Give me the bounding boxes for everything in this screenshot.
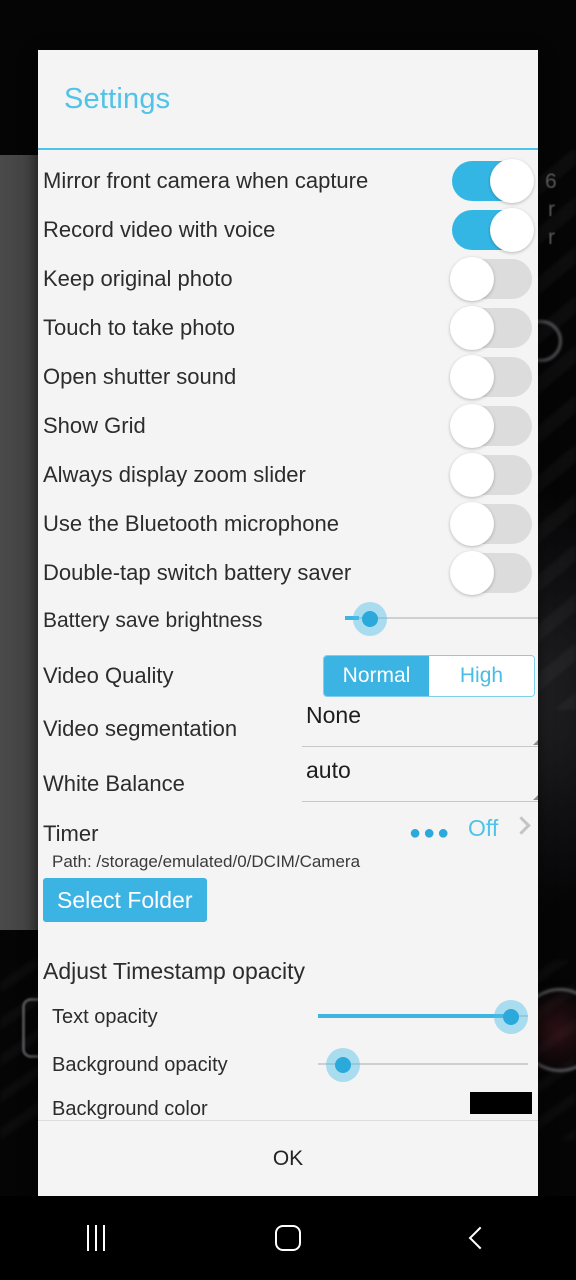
- nav-recents-button[interactable]: [0, 1196, 192, 1280]
- more-options-icon[interactable]: ●●●: [409, 822, 451, 845]
- setting-label: Video Quality: [43, 663, 174, 688]
- dialog-title: Settings: [64, 82, 171, 115]
- spinner-underline: [302, 746, 538, 747]
- setting-row-timer[interactable]: Timer: [38, 812, 538, 856]
- setting-label: Mirror front camera when capture: [43, 168, 369, 193]
- background-opacity-label: Background opacity: [52, 1054, 228, 1076]
- toggle-record-video-with-voice[interactable]: [452, 208, 534, 252]
- home-icon: [275, 1225, 301, 1251]
- dialog-footer: OK: [38, 1120, 538, 1196]
- setting-row-touch-to-take-photo[interactable]: Touch to take photo: [38, 303, 538, 353]
- dialog-header: Settings: [38, 50, 538, 150]
- toggle-knob: [450, 453, 494, 497]
- toggle-always-display-zoom-slider[interactable]: [450, 453, 532, 497]
- setting-row-open-shutter-sound[interactable]: Open shutter sound: [38, 352, 538, 402]
- storage-path-text: Path: /storage/emulated/0/DCIM/Camera: [52, 852, 361, 871]
- toggle-knob: [450, 257, 494, 301]
- setting-row-keep-original-photo[interactable]: Keep original photo: [38, 254, 538, 304]
- segment-normal[interactable]: Normal: [324, 656, 429, 696]
- toggle-show-grid[interactable]: [450, 404, 532, 448]
- toggle-use-bluetooth-microphone[interactable]: [450, 502, 532, 546]
- phone-screen: 6 r r Settings Mirror front camera when …: [0, 0, 576, 1280]
- setting-label: Battery save brightness: [43, 609, 263, 632]
- slider-thumb[interactable]: [362, 611, 378, 627]
- slider-text-opacity[interactable]: [318, 996, 528, 1036]
- nav-home-button[interactable]: [192, 1196, 384, 1280]
- background-color-label: Background color: [52, 1098, 208, 1120]
- android-navigation-bar: [0, 1196, 576, 1280]
- setting-label: Record video with voice: [43, 217, 276, 242]
- setting-label: Open shutter sound: [43, 364, 237, 389]
- toggle-knob: [450, 355, 494, 399]
- chevron-down-icon[interactable]: [533, 730, 538, 745]
- background-color-swatch[interactable]: [470, 1092, 532, 1114]
- toggle-mirror-front-camera[interactable]: [452, 159, 534, 203]
- slider-track-fill: [318, 1014, 510, 1018]
- background-fragment-3: r: [548, 226, 555, 249]
- setting-row-show-grid[interactable]: Show Grid: [38, 401, 538, 451]
- setting-row-mirror-front-camera[interactable]: Mirror front camera when capture: [38, 156, 538, 206]
- setting-row-record-video-with-voice[interactable]: Record video with voice: [38, 205, 538, 255]
- slider-thumb[interactable]: [335, 1057, 351, 1073]
- background-fragment-1: 6: [545, 170, 557, 193]
- toggle-open-shutter-sound[interactable]: [450, 355, 532, 399]
- spinner-underline: [302, 801, 538, 802]
- ok-button[interactable]: OK: [273, 1147, 303, 1171]
- timer-value[interactable]: Off: [468, 815, 498, 842]
- select-folder-button[interactable]: Select Folder: [43, 878, 207, 922]
- camera-left-panel: [0, 155, 42, 930]
- timestamp-section-title: Adjust Timestamp opacity: [43, 958, 306, 984]
- toggle-knob: [490, 208, 534, 252]
- toggle-knob: [450, 404, 494, 448]
- setting-label: White Balance: [43, 771, 185, 796]
- spinner-video-segmentation[interactable]: None: [302, 702, 538, 747]
- setting-row-use-bluetooth-microphone[interactable]: Use the Bluetooth microphone: [38, 499, 538, 549]
- settings-dialog: Settings Mirror front camera when captur…: [38, 50, 538, 1196]
- setting-label: Video segmentation: [43, 716, 238, 741]
- segment-high[interactable]: High: [429, 656, 534, 696]
- segmented-control-video-quality[interactable]: Normal High: [323, 655, 535, 697]
- slider-background-opacity[interactable]: [318, 1044, 528, 1084]
- setting-label: Double-tap switch battery saver: [43, 560, 352, 585]
- setting-label: Always display zoom slider: [43, 462, 306, 487]
- toggle-knob: [450, 502, 494, 546]
- recents-icon: [87, 1225, 105, 1251]
- chevron-down-icon[interactable]: [533, 785, 538, 800]
- setting-label: Show Grid: [43, 413, 146, 438]
- setting-label: Touch to take photo: [43, 315, 236, 340]
- toggle-knob: [450, 306, 494, 350]
- spinner-value: auto: [306, 757, 351, 783]
- setting-label: Keep original photo: [43, 266, 233, 291]
- slider-thumb[interactable]: [503, 1009, 519, 1025]
- setting-row-double-tap-battery-saver[interactable]: Double-tap switch battery saver: [38, 548, 538, 598]
- settings-list[interactable]: Mirror front camera when capture Record …: [38, 150, 538, 1120]
- setting-row-always-display-zoom-slider[interactable]: Always display zoom slider: [38, 450, 538, 500]
- nav-back-button[interactable]: [384, 1196, 576, 1280]
- toggle-touch-to-take-photo[interactable]: [450, 306, 532, 350]
- slider-battery-save-brightness[interactable]: [345, 598, 538, 638]
- spinner-white-balance[interactable]: auto: [302, 757, 538, 802]
- toggle-knob: [490, 159, 534, 203]
- back-icon: [468, 1226, 492, 1250]
- setting-label: Timer: [43, 821, 99, 846]
- setting-label: Use the Bluetooth microphone: [43, 511, 339, 536]
- spinner-value: None: [306, 702, 361, 728]
- background-fragment-2: r: [548, 198, 555, 221]
- toggle-keep-original-photo[interactable]: [450, 257, 532, 301]
- toggle-knob: [450, 551, 494, 595]
- toggle-double-tap-battery-saver[interactable]: [450, 551, 532, 595]
- text-opacity-label: Text opacity: [52, 1006, 158, 1028]
